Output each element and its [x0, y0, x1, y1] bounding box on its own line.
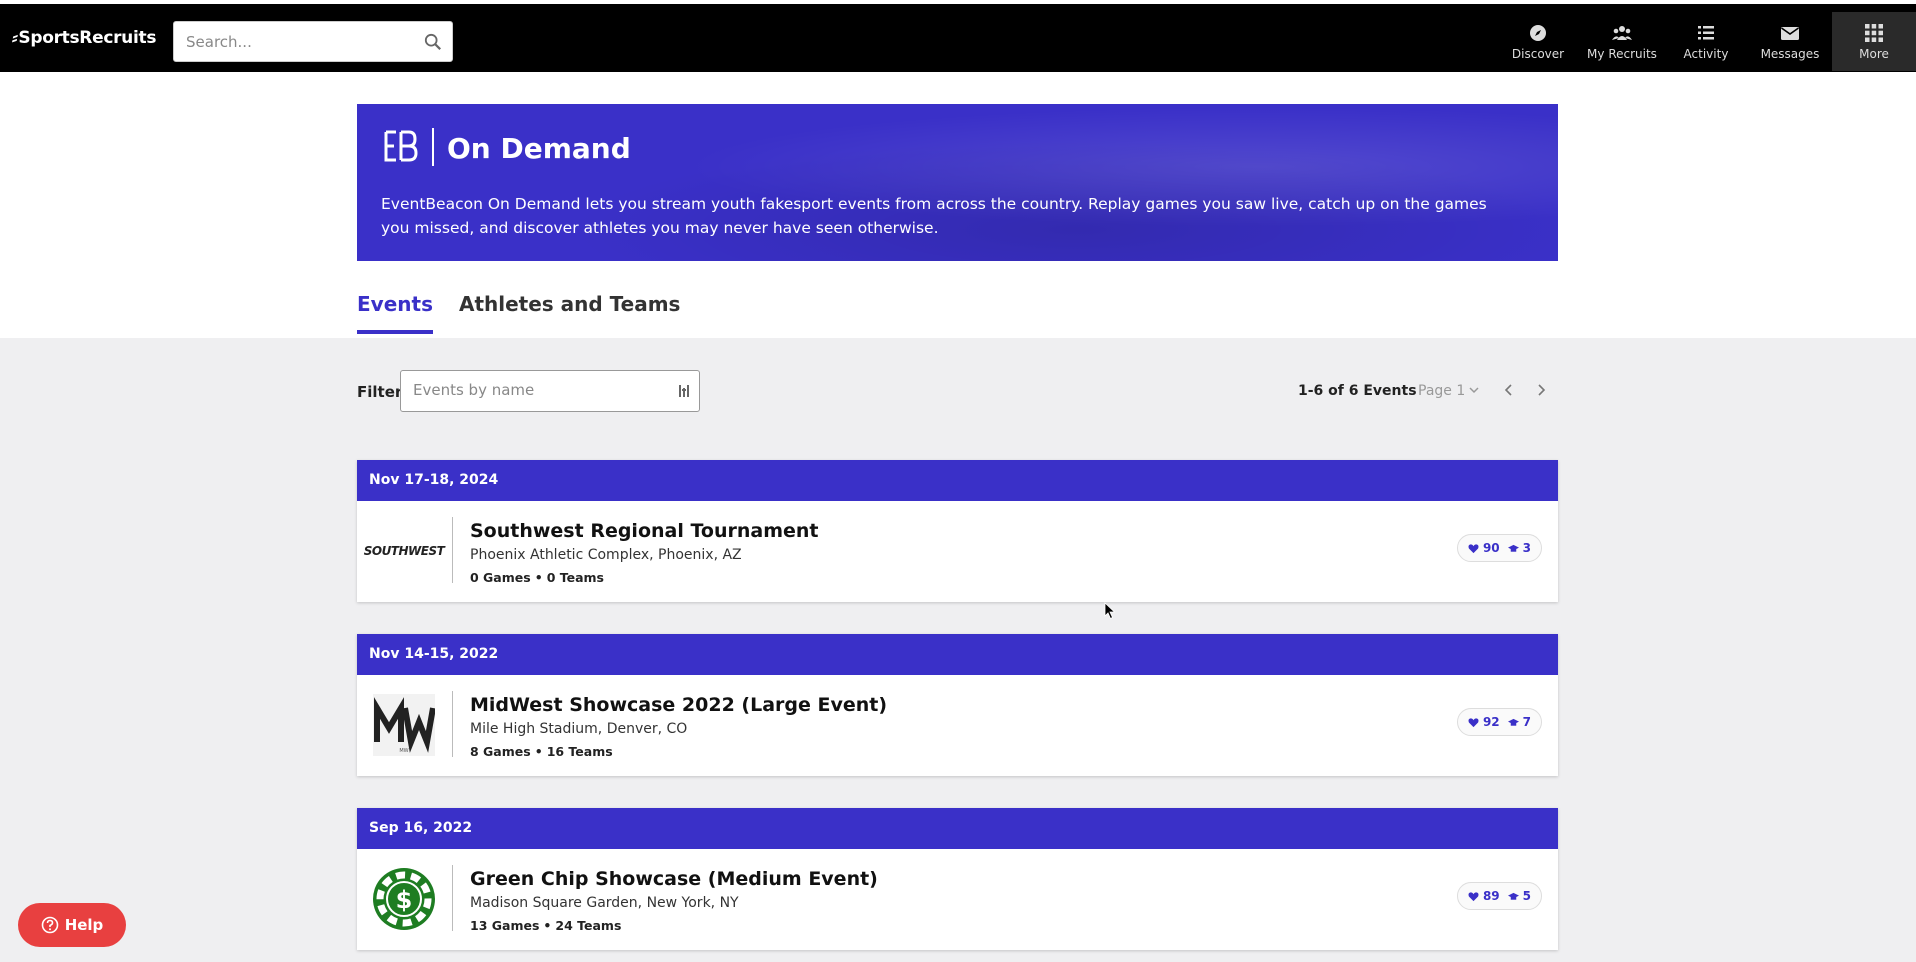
event-divider	[452, 691, 453, 757]
search-box	[173, 21, 453, 62]
top-navbar: ⸗SportsRecruits Discover My Recruits Act…	[0, 0, 1916, 72]
filter-label: Filter	[357, 383, 403, 401]
sportsrecruits-logo[interactable]: ⸗SportsRecruits	[12, 28, 156, 48]
recruits-count: 5	[1522, 889, 1531, 903]
event-logo: MW	[371, 690, 437, 760]
on-demand-banner: On Demand EventBeacon On Demand lets you…	[357, 104, 1558, 261]
event-divider	[452, 517, 453, 583]
event-meta: 8 Games • 16 Teams	[470, 744, 613, 759]
green-chip-logo-text: $	[396, 886, 413, 914]
previous-page-button[interactable]	[1500, 381, 1518, 399]
recruits-count: 3	[1522, 541, 1531, 555]
page-dropdown-label: Page 1	[1418, 383, 1466, 399]
separator-dot: •	[534, 570, 543, 585]
banner-divider	[432, 128, 434, 166]
help-label: Help	[64, 916, 104, 934]
tab-events[interactable]: Events	[357, 292, 433, 334]
nav-items: Discover My Recruits Activity Messages M…	[1496, 12, 1916, 72]
heart-icon	[1468, 891, 1479, 901]
list-icon	[1698, 25, 1714, 39]
event-stats: 89 5	[1456, 882, 1542, 910]
question-circle-icon	[41, 916, 58, 934]
separator-dot: •	[534, 744, 543, 759]
event-stats: 92 7	[1456, 708, 1542, 736]
results-count: 1-6 of 6 Events	[1298, 383, 1417, 399]
event-meta: 0 Games • 0 Teams	[470, 570, 604, 585]
event-meta: 13 Games • 24 Teams	[470, 918, 621, 933]
banner-title: On Demand	[447, 132, 631, 165]
heart-icon	[1468, 543, 1479, 553]
event-date: Nov 17-18, 2024	[357, 460, 1558, 501]
users-icon	[1612, 25, 1632, 40]
event-teams: 16 Teams	[546, 744, 613, 759]
southwest-logo-text: SOUTHWEST	[363, 544, 445, 558]
nav-item-label: My Recruits	[1587, 46, 1657, 61]
search-icon[interactable]	[424, 33, 442, 51]
event-title[interactable]: Southwest Regional Tournament	[470, 520, 819, 542]
filter-box	[400, 370, 700, 412]
nav-item-activity[interactable]: Activity	[1664, 12, 1748, 71]
event-location: Mile High Stadium, Denver, CO	[470, 721, 688, 737]
help-button[interactable]: Help	[18, 903, 126, 947]
heart-icon	[1468, 717, 1479, 727]
event-date: Sep 16, 2022	[357, 808, 1558, 849]
nav-item-label: Messages	[1760, 46, 1820, 61]
event-card[interactable]: Sep 16, 2022 $ Green Chip Showcase (Medi…	[357, 808, 1558, 950]
eventbeacon-logo-icon	[384, 130, 418, 162]
event-card[interactable]: Nov 17-18, 2024 SOUTHWEST Southwest Regi…	[357, 460, 1558, 602]
likes-count: 90	[1482, 541, 1500, 555]
event-card[interactable]: Nov 14-15, 2022 MW MidWest Showcase 2022…	[357, 634, 1558, 776]
event-title[interactable]: Green Chip Showcase (Medium Event)	[470, 868, 878, 890]
graduation-cap-icon	[1507, 718, 1519, 726]
envelope-icon	[1781, 26, 1799, 40]
filter-icon[interactable]	[677, 383, 693, 399]
midwest-logo-text: MW	[399, 748, 408, 754]
nav-item-label: Activity	[1683, 46, 1729, 61]
event-location: Phoenix Athletic Complex, Phoenix, AZ	[470, 547, 742, 563]
filter-input[interactable]	[413, 381, 663, 399]
likes-count: 89	[1482, 889, 1500, 903]
nav-item-messages[interactable]: Messages	[1748, 12, 1832, 71]
nav-item-more[interactable]: More	[1832, 12, 1916, 71]
event-logo: $	[371, 864, 437, 934]
event-location: Madison Square Garden, New York, NY	[470, 895, 739, 911]
event-stats: 90 3	[1456, 534, 1542, 562]
recruits-count: 7	[1522, 715, 1531, 729]
mouse-cursor-icon	[1104, 602, 1116, 620]
logo-text: SportsRecruits	[18, 28, 157, 48]
page-dropdown[interactable]: Page 1	[1418, 383, 1479, 399]
event-games: 0 Games	[470, 570, 531, 585]
event-title[interactable]: MidWest Showcase 2022 (Large Event)	[470, 694, 887, 716]
nav-item-discover[interactable]: Discover	[1496, 12, 1580, 71]
event-date: Nov 14-15, 2022	[357, 634, 1558, 675]
midwest-logo-icon: MW	[373, 694, 435, 756]
chevron-down-icon	[1469, 387, 1479, 394]
separator-dot: •	[543, 918, 552, 933]
event-teams: 24 Teams	[555, 918, 622, 933]
likes-count: 92	[1482, 715, 1500, 729]
nav-item-label: More	[1859, 46, 1889, 61]
tab-athletes-and-teams[interactable]: Athletes and Teams	[459, 292, 681, 334]
next-page-button[interactable]	[1532, 381, 1550, 399]
compass-icon	[1530, 24, 1546, 41]
nav-item-label: Discover	[1511, 46, 1565, 61]
search-input[interactable]	[186, 31, 406, 53]
banner-description: EventBeacon On Demand lets you stream yo…	[381, 195, 1487, 237]
grid-icon	[1865, 23, 1883, 42]
green-chip-logo-icon: $	[373, 868, 435, 930]
event-logo: SOUTHWEST	[364, 516, 445, 586]
event-games: 13 Games	[470, 918, 540, 933]
event-teams: 0 Teams	[546, 570, 604, 585]
event-divider	[452, 865, 453, 931]
graduation-cap-icon	[1507, 544, 1519, 552]
graduation-cap-icon	[1507, 892, 1519, 900]
event-games: 8 Games	[470, 744, 531, 759]
nav-item-my-recruits[interactable]: My Recruits	[1580, 12, 1664, 71]
logo-mark: ⸗	[12, 28, 18, 48]
tab-bar: Events Athletes and Teams	[357, 292, 706, 334]
